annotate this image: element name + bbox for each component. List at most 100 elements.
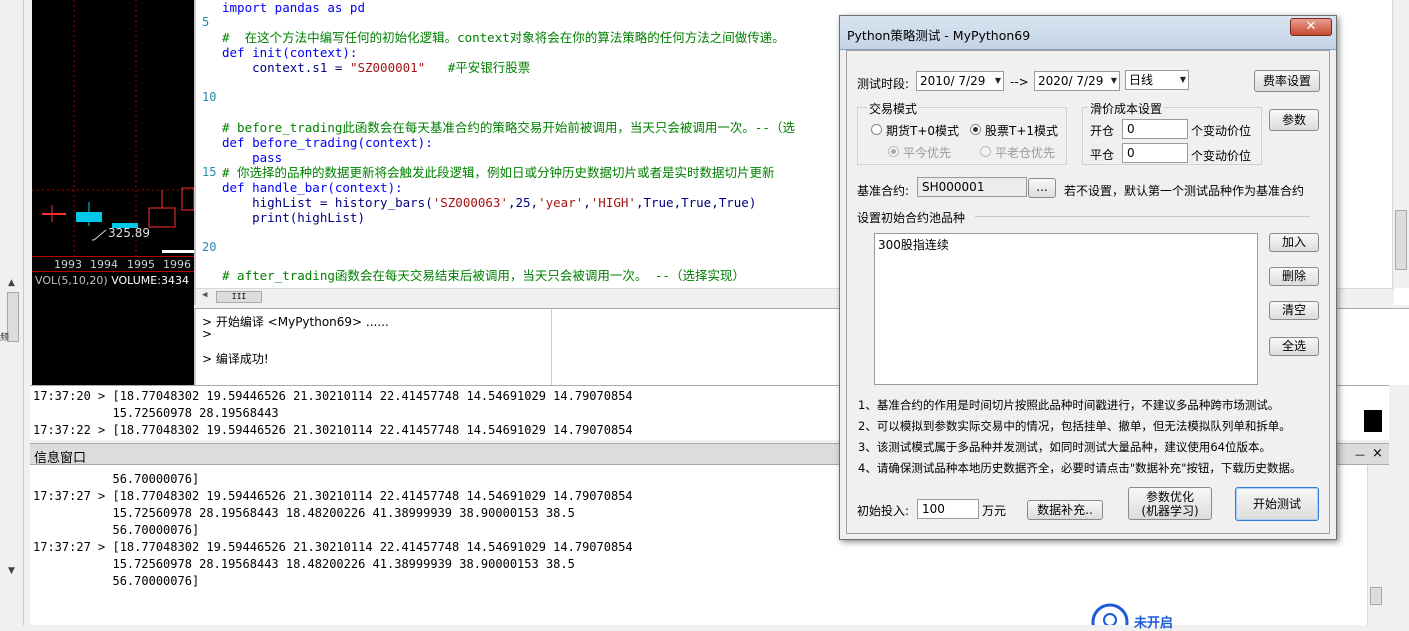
code-comment: # before_trading此函数会在每天基准合约的策略交易开始前被调用，当… bbox=[222, 120, 795, 135]
line-number: 20 bbox=[202, 240, 217, 254]
close-label: 平仓 bbox=[1090, 148, 1115, 162]
line-number: 15 bbox=[202, 165, 217, 179]
close-icon[interactable]: × bbox=[1372, 446, 1383, 461]
log-line: 17:37:22 > [18.77048302 19.59446526 21.3… bbox=[33, 423, 633, 437]
dropdown-arrow-icon: ▼ bbox=[994, 76, 1001, 85]
compile-line: > bbox=[202, 327, 213, 341]
date-range-arrow: --> bbox=[1010, 75, 1029, 89]
note-line: 2、可以模拟到参数实际交易中的情况，包括挂单、撤单，但无法模拟队列单和拆单。 bbox=[858, 419, 1291, 433]
code-comment: # after_trading函数会在每天交易结束后被调用，当天只会被调用一次。… bbox=[222, 268, 745, 283]
stock-mode-radio[interactable] bbox=[970, 124, 981, 135]
params-button[interactable]: 参数 bbox=[1269, 109, 1319, 131]
delete-button[interactable]: 删除 bbox=[1269, 267, 1319, 286]
futures-mode-radio[interactable] bbox=[871, 124, 882, 135]
code-line: def before_trading(context): bbox=[222, 135, 433, 150]
start-date-picker[interactable]: 2010/ 7/29 ▼ bbox=[916, 71, 1004, 91]
editor-hscroll-thumb[interactable]: III bbox=[216, 291, 262, 303]
close-today-first-radio[interactable] bbox=[888, 146, 899, 157]
close-old-first-label: 平老仓优先 bbox=[995, 146, 1056, 160]
candle-body bbox=[148, 207, 176, 228]
year-tick: 1994 bbox=[90, 258, 118, 271]
start-test-button[interactable]: 开始测试 bbox=[1235, 487, 1319, 521]
benchmark-input[interactable]: SH000001 bbox=[917, 177, 1027, 197]
compile-line: > 编译成功! bbox=[202, 352, 269, 366]
info-log-scrollbar[interactable] bbox=[1367, 465, 1384, 625]
close-today-first-label: 平今优先 bbox=[903, 146, 952, 160]
strategy-test-dialog: Python策略测试 - MyPython69 ✕ 测试时段: 2010/ 7/… bbox=[839, 15, 1337, 540]
stock-mode-label[interactable]: 股票T+1模式 bbox=[985, 122, 1058, 139]
year-tick: 1995 bbox=[127, 258, 155, 271]
log-line: 56.70000076] bbox=[33, 574, 200, 588]
species-pool-list[interactable]: 300股指连续 bbox=[874, 233, 1258, 385]
code-line: def init(context): bbox=[222, 45, 358, 60]
candle-body bbox=[181, 187, 194, 211]
start-date-value: 2010/ 7/29 bbox=[920, 74, 986, 88]
watermark-badge: 未开启 bbox=[1090, 600, 1186, 631]
end-date-picker[interactable]: 2020/ 7/29 ▼ bbox=[1034, 71, 1120, 91]
code-string: 'year' bbox=[538, 195, 584, 210]
select-all-button[interactable]: 全选 bbox=[1269, 337, 1319, 356]
close-old-first-radio[interactable] bbox=[980, 146, 991, 157]
code-line: highList = history_bars('SZ000063',25,'y… bbox=[222, 195, 756, 210]
scroll-left-icon[interactable]: ◀ bbox=[202, 290, 207, 300]
editor-vertical-scrollbar[interactable] bbox=[1392, 0, 1409, 288]
futures-mode-label[interactable]: 期货T+0模式 bbox=[886, 122, 959, 139]
code-string: "SZ000001" bbox=[349, 60, 426, 75]
cycle-value: 日线 bbox=[1129, 73, 1154, 87]
side-label: 频 bbox=[0, 333, 10, 343]
code-line: pass bbox=[222, 150, 283, 165]
initial-input-label: 初始投入: bbox=[857, 504, 910, 518]
log-line: 15.72560978 28.19568443 18.48200226 41.3… bbox=[33, 506, 575, 520]
optimize-button-line: 参数优化 bbox=[1145, 490, 1194, 504]
close-slippage-input[interactable]: 0 bbox=[1122, 143, 1188, 163]
scroll-up-icon[interactable]: ▲ bbox=[8, 278, 15, 288]
data-supplement-button[interactable]: 数据补充.. bbox=[1027, 500, 1103, 520]
fee-settings-button[interactable]: 费率设置 bbox=[1254, 70, 1320, 92]
list-item[interactable]: 300股指连续 bbox=[878, 236, 949, 253]
editor-vscroll-thumb[interactable] bbox=[1395, 210, 1407, 270]
log-upper-scrollbar[interactable] bbox=[1389, 385, 1409, 440]
dialog-body: 测试时段: 2010/ 7/29 ▼ --> 2020/ 7/29 ▼ 日线 ▼… bbox=[846, 50, 1330, 534]
code-line: import pandas as pd bbox=[222, 0, 365, 15]
initial-input-field[interactable]: 100 bbox=[917, 499, 979, 519]
dialog-title: Python策略测试 - MyPython69 bbox=[847, 28, 1031, 43]
note-line: 1、基准合约的作用是时间切片按照此品种时间戳进行，不建议多品种跨市场测试。 bbox=[858, 398, 1280, 412]
code-comment: #平安银行股票 bbox=[425, 60, 531, 75]
log-line: 56.70000076] bbox=[33, 523, 200, 537]
dialog-close-button[interactable]: ✕ bbox=[1290, 18, 1332, 36]
open-label: 开仓 bbox=[1090, 124, 1115, 138]
code-token: ,True,True,True) bbox=[635, 195, 757, 210]
scroll-down-icon[interactable]: ▼ bbox=[8, 566, 15, 576]
open-slippage-input[interactable]: 0 bbox=[1122, 119, 1188, 139]
open-unit-label: 个变动价位 bbox=[1191, 124, 1252, 138]
line-number: 5 bbox=[202, 15, 210, 29]
log-line: 17:37:27 > [18.77048302 19.59446526 21.3… bbox=[33, 540, 633, 554]
code-comment: # 在这个方法中编写任何的初始化逻辑。context对象将会在你的算法策略的任何… bbox=[222, 30, 785, 45]
benchmark-hint: 若不设置，默认第一个测试品种作为基准合约 bbox=[1064, 184, 1305, 198]
kline-chart-panel: 325.89 1993 1994 1995 1996 VOL(5,10,20) … bbox=[32, 0, 194, 385]
pool-title: 设置初始合约池品种 bbox=[857, 211, 966, 225]
code-token: highList = history_bars( bbox=[222, 195, 433, 210]
benchmark-browse-button[interactable]: ... bbox=[1028, 178, 1056, 198]
test-period-label: 测试时段: bbox=[857, 77, 910, 91]
volume-indicator-label: VOL(5,10,20) VOLUME:3434 bbox=[35, 274, 189, 287]
log-line: 17:37:27 > [18.77048302 19.59446526 21.3… bbox=[33, 489, 633, 503]
volume-value: VOLUME:3434 bbox=[111, 274, 189, 287]
optimize-button-line: (机器学习) bbox=[1141, 504, 1199, 518]
year-tick: 1996 bbox=[163, 258, 191, 271]
pin-icon[interactable]: ᅳ bbox=[1355, 447, 1365, 463]
cycle-select[interactable]: 日线 ▼ bbox=[1125, 70, 1189, 90]
optimize-button[interactable]: 参数优化 (机器学习) bbox=[1128, 487, 1212, 520]
volume-bar bbox=[162, 250, 194, 253]
black-indicator bbox=[1364, 410, 1382, 432]
add-button[interactable]: 加入 bbox=[1269, 233, 1319, 252]
price-pointer bbox=[93, 229, 107, 241]
year-tick: 1993 bbox=[54, 258, 82, 271]
watermark-dot bbox=[1103, 613, 1117, 627]
dialog-titlebar[interactable]: Python策略测试 - MyPython69 ✕ bbox=[840, 16, 1336, 50]
clear-button[interactable]: 清空 bbox=[1269, 301, 1319, 320]
info-scroll-thumb[interactable] bbox=[1370, 587, 1382, 605]
info-window-title: 信息窗口 bbox=[34, 451, 87, 466]
year-axis: 1993 1994 1995 1996 bbox=[32, 256, 194, 272]
code-line: def handle_bar(context): bbox=[222, 180, 403, 195]
